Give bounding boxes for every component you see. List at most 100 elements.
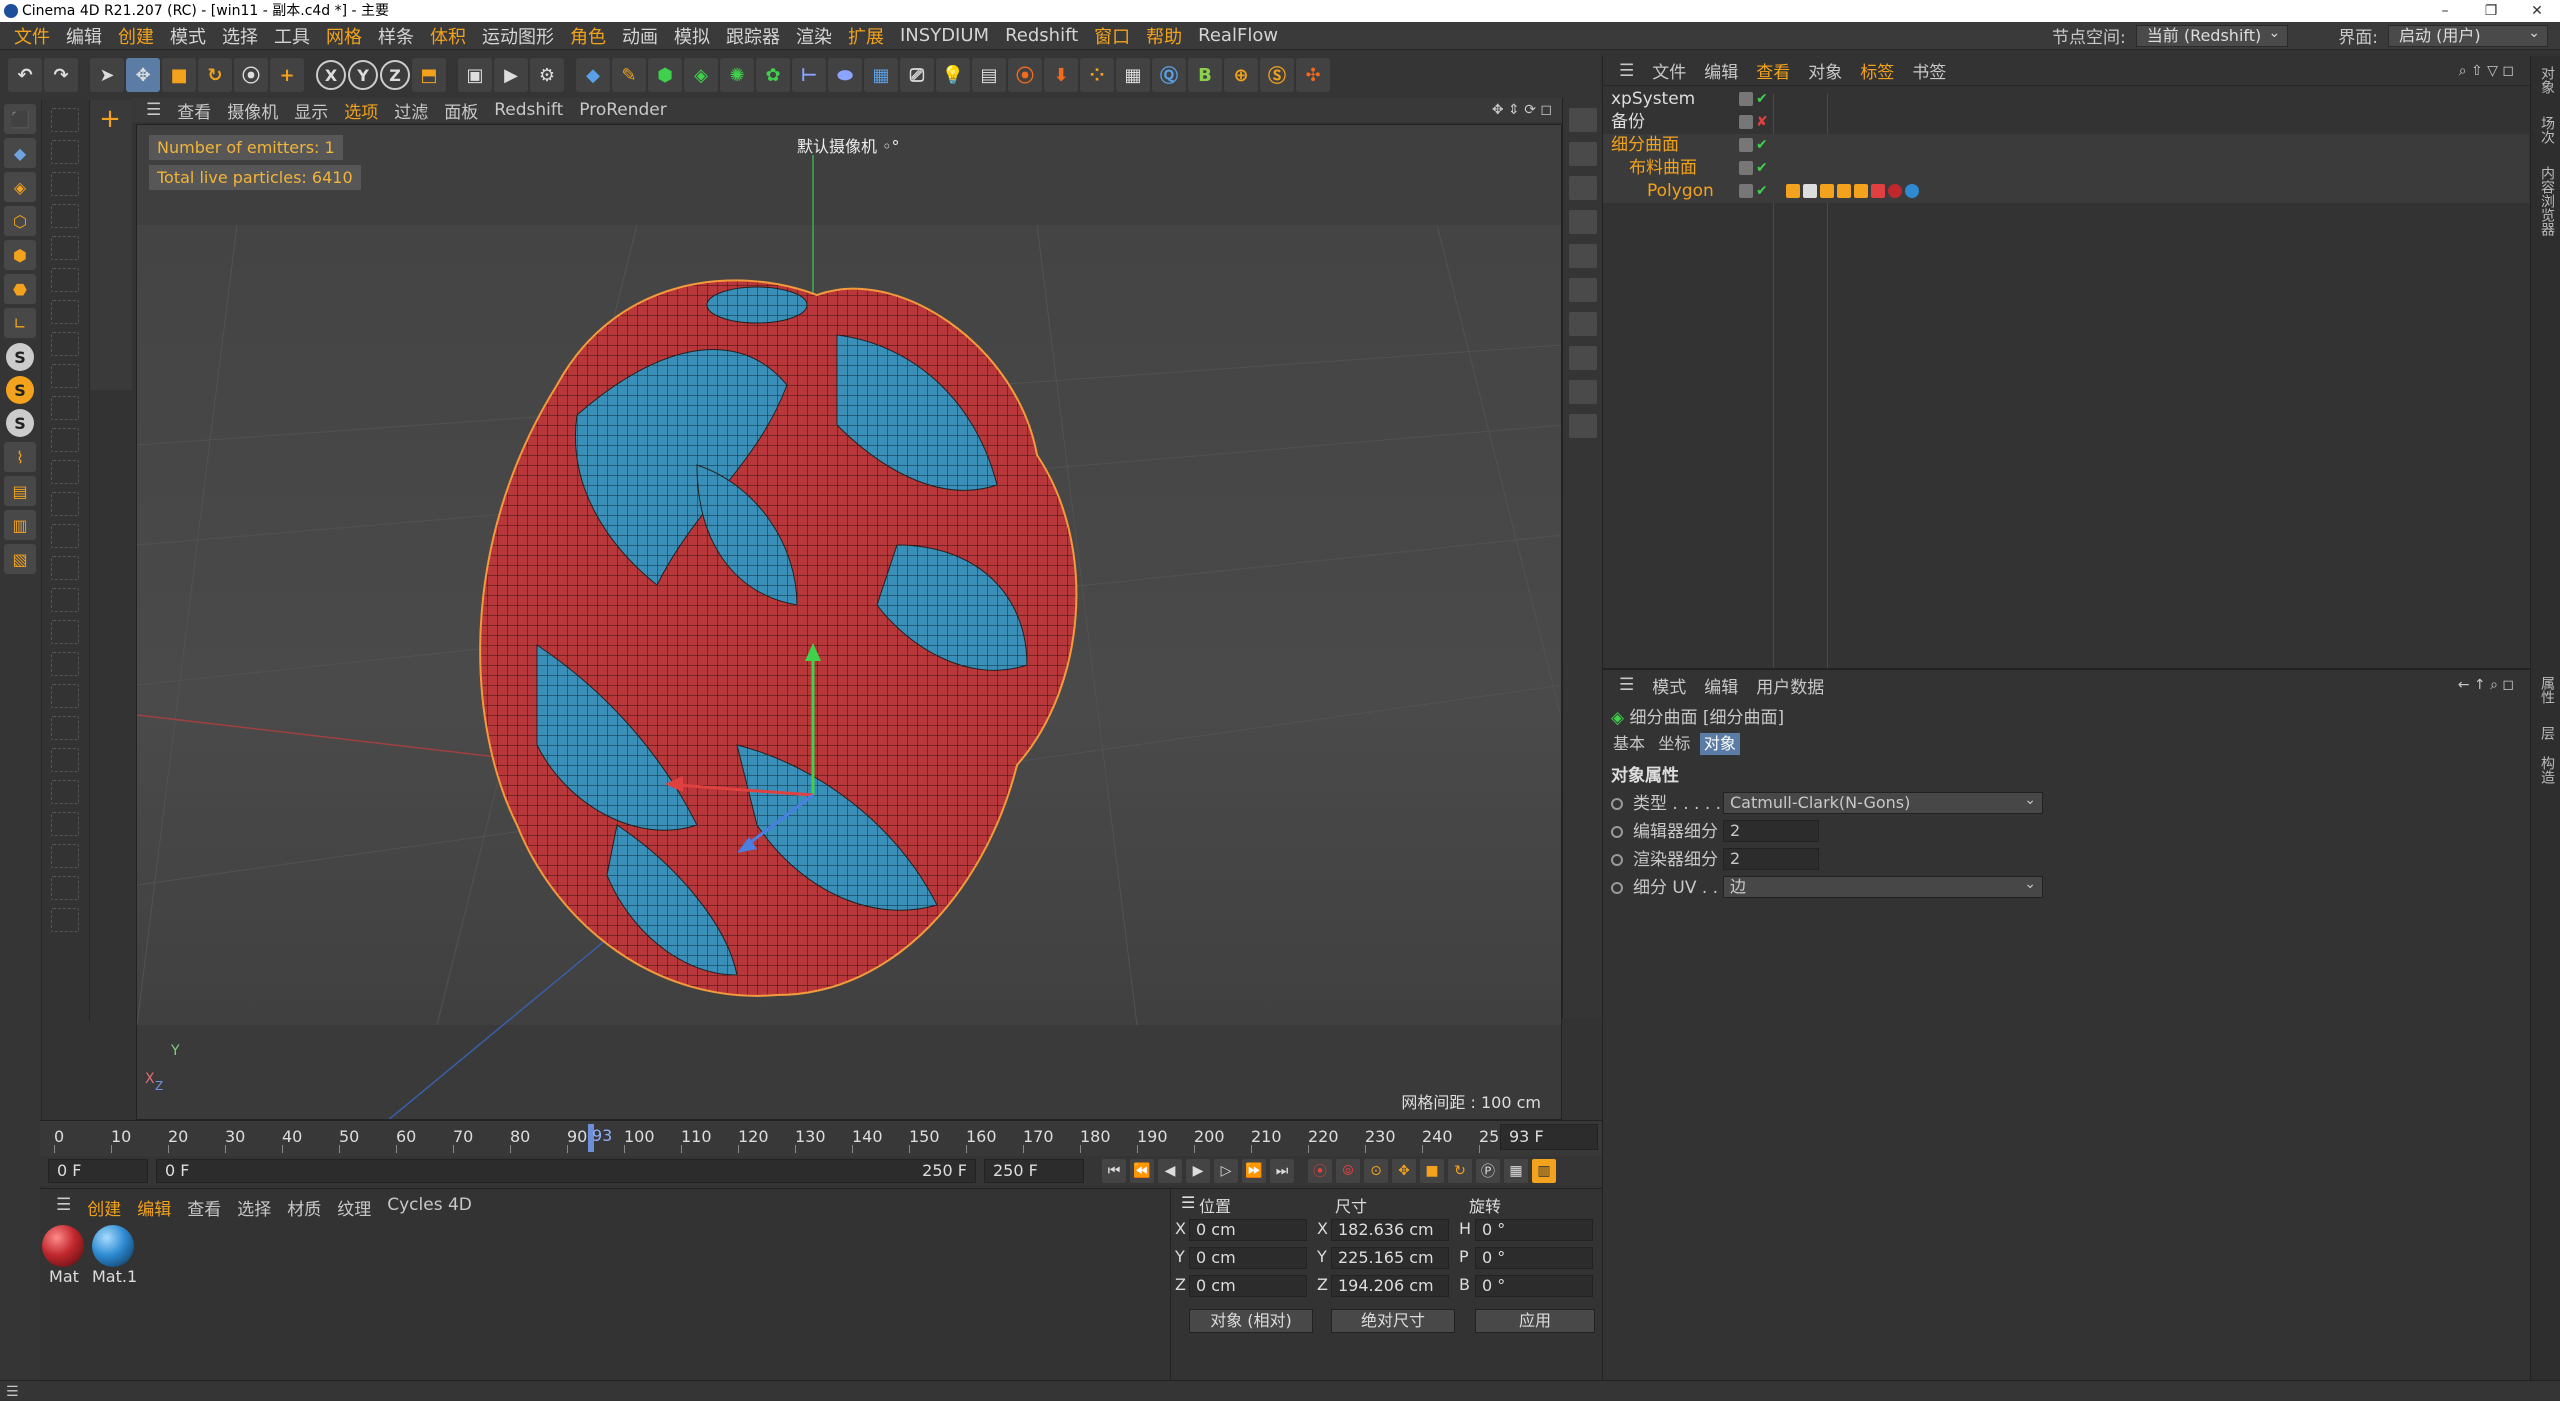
- side-tab-layers[interactable]: 层: [2537, 726, 2557, 740]
- side-tab-structure[interactable]: 构造: [2537, 756, 2557, 784]
- keyframe-selection-icon[interactable]: ⊙: [1364, 1159, 1388, 1183]
- visibility-icon[interactable]: [1739, 115, 1753, 129]
- undo-icon[interactable]: ↶: [8, 58, 42, 92]
- object-menu-file[interactable]: 文件: [1646, 58, 1692, 83]
- auto-key-icon[interactable]: ⦾: [1336, 1159, 1360, 1183]
- magnet-icon[interactable]: ⌇: [4, 442, 36, 472]
- grid-icon[interactable]: ▦: [1116, 58, 1150, 92]
- next-frame-icon[interactable]: ▷: [1214, 1159, 1238, 1183]
- cloth-object[interactable]: [479, 279, 1078, 997]
- tool-slot-2[interactable]: [51, 140, 79, 164]
- object-row-backup[interactable]: 备份 ✘: [1603, 111, 2529, 134]
- tool-slot-1[interactable]: [51, 108, 79, 132]
- visibility-icon[interactable]: [1739, 138, 1753, 152]
- rv-tool-4[interactable]: [1569, 210, 1597, 234]
- object-menu-tags[interactable]: 标签: [1854, 58, 1900, 83]
- material-item[interactable]: Mat: [42, 1225, 86, 1286]
- rv-tool-2[interactable]: [1569, 142, 1597, 166]
- attribute-menu-mode[interactable]: 模式: [1646, 673, 1692, 698]
- end-frame-field[interactable]: 250 F: [984, 1159, 1084, 1183]
- menu-extensions[interactable]: 扩展: [840, 23, 892, 49]
- menu-window[interactable]: 窗口: [1086, 23, 1138, 49]
- y-axis-lock-icon[interactable]: Y: [348, 60, 378, 90]
- ruler-icon[interactable]: ⊢: [792, 58, 826, 92]
- editor-subdiv-field[interactable]: 2: [1723, 820, 1819, 842]
- menu-render[interactable]: 渲染: [788, 23, 840, 49]
- edge-mode-icon[interactable]: ⬢: [4, 240, 36, 270]
- target-icon[interactable]: ⊕: [1224, 58, 1258, 92]
- viewport-menu-options[interactable]: 选项: [338, 98, 384, 123]
- rotate-tool-icon[interactable]: ↻: [198, 58, 232, 92]
- tool-slot-10[interactable]: [51, 396, 79, 420]
- tool-slot-4[interactable]: [51, 204, 79, 228]
- prev-frame-icon[interactable]: ◀: [1158, 1159, 1182, 1183]
- viewport-menu-panel[interactable]: 面板: [438, 98, 484, 123]
- object-menu-edit[interactable]: 编辑: [1698, 58, 1744, 83]
- viewport-menu-camera[interactable]: 摄像机: [221, 98, 284, 123]
- menu-mograph[interactable]: 运动图形: [474, 23, 562, 49]
- go-start-icon[interactable]: ⏮: [1102, 1159, 1126, 1183]
- attribute-menu-userdata[interactable]: 用户数据: [1750, 673, 1830, 698]
- rv-tool-1[interactable]: [1569, 108, 1597, 132]
- tool-slot-23[interactable]: [51, 812, 79, 836]
- visibility-icon[interactable]: [1739, 92, 1753, 106]
- object-row-xpsystem[interactable]: xpSystem ✔: [1603, 88, 2529, 111]
- rv-tool-5[interactable]: [1569, 244, 1597, 268]
- tool-slot-14[interactable]: [51, 524, 79, 548]
- animate-radio-icon[interactable]: [1611, 854, 1623, 866]
- tag-icon[interactable]: [1871, 184, 1885, 198]
- size-z-field[interactable]: 194.206 cm: [1331, 1275, 1449, 1297]
- prev-key-icon[interactable]: ⏪: [1130, 1159, 1154, 1183]
- rotation-h-field[interactable]: 0 °: [1475, 1219, 1593, 1241]
- tool-slot-9[interactable]: [51, 364, 79, 388]
- material-menu-create[interactable]: 创建: [81, 1195, 127, 1220]
- menu-volume[interactable]: 体积: [422, 23, 474, 49]
- live-selection-icon[interactable]: ⦿: [234, 58, 268, 92]
- tab-object[interactable]: 对象: [1699, 733, 1740, 755]
- side-tab-takes[interactable]: 场次: [2537, 116, 2557, 144]
- tool-slot-17[interactable]: [51, 620, 79, 644]
- tool-slot-25[interactable]: [51, 876, 79, 900]
- coord-mode-dropdown[interactable]: 对象 (相对): [1189, 1309, 1313, 1333]
- tool-slot-3[interactable]: [51, 172, 79, 196]
- key-pla-icon[interactable]: ▦: [1504, 1159, 1528, 1183]
- enabled-check-icon[interactable]: ✔: [1756, 138, 1770, 152]
- menu-mode[interactable]: 模式: [162, 23, 214, 49]
- material-menu-texture[interactable]: 纹理: [331, 1195, 377, 1220]
- cloner-icon[interactable]: ◈: [684, 58, 718, 92]
- rv-tool-8[interactable]: [1569, 346, 1597, 370]
- make-editable-icon[interactable]: ⬛: [4, 104, 36, 134]
- select-arrow-icon[interactable]: ➤: [90, 58, 124, 92]
- size-y-field[interactable]: 225.165 cm: [1331, 1247, 1449, 1269]
- workplane-icon[interactable]: ▤: [4, 476, 36, 506]
- menu-tools[interactable]: 工具: [266, 23, 318, 49]
- close-button[interactable]: ✕: [2514, 0, 2560, 22]
- position-y-field[interactable]: 0 cm: [1189, 1247, 1307, 1269]
- tool-slot-6[interactable]: [51, 268, 79, 292]
- qr-icon[interactable]: Ⓠ: [1152, 58, 1186, 92]
- apply-button[interactable]: 应用: [1475, 1309, 1595, 1333]
- current-frame-field[interactable]: 93 F: [1500, 1124, 1598, 1150]
- planar-icon[interactable]: ▧: [4, 544, 36, 574]
- menu-redshift[interactable]: Redshift: [997, 25, 1086, 46]
- tool-slot-7[interactable]: [51, 300, 79, 324]
- x-axis-lock-icon[interactable]: X: [316, 60, 346, 90]
- object-menu-icon[interactable]: ☰: [1613, 61, 1640, 81]
- object-row-cloth-surface[interactable]: 布料曲面 ✔: [1603, 157, 2529, 180]
- tag-icon[interactable]: [1837, 184, 1851, 198]
- snap-icon[interactable]: ✣: [1296, 58, 1330, 92]
- render-settings-icon[interactable]: ⚙: [530, 58, 564, 92]
- tool-slot-20[interactable]: [51, 716, 79, 740]
- uv-dropdown[interactable]: 边: [1723, 874, 2043, 898]
- material-menu-view[interactable]: 查看: [181, 1195, 227, 1220]
- point-mode-icon[interactable]: ⬡: [4, 206, 36, 236]
- material-menu-edit[interactable]: 编辑: [131, 1195, 177, 1220]
- rotation-b-field[interactable]: 0 °: [1475, 1275, 1593, 1297]
- side-tab-objects[interactable]: 对象: [2537, 66, 2557, 94]
- rv-tool-6[interactable]: [1569, 278, 1597, 302]
- render-subdiv-field[interactable]: 2: [1723, 848, 1819, 870]
- menu-mesh[interactable]: 网格: [318, 23, 370, 49]
- timeline-ruler[interactable]: 0 10 20 30 40 50 60 70 80 90 100 110 120…: [40, 1120, 1602, 1156]
- sketch-icon[interactable]: ⬬: [828, 58, 862, 92]
- add-tool-icon[interactable]: +: [94, 104, 126, 134]
